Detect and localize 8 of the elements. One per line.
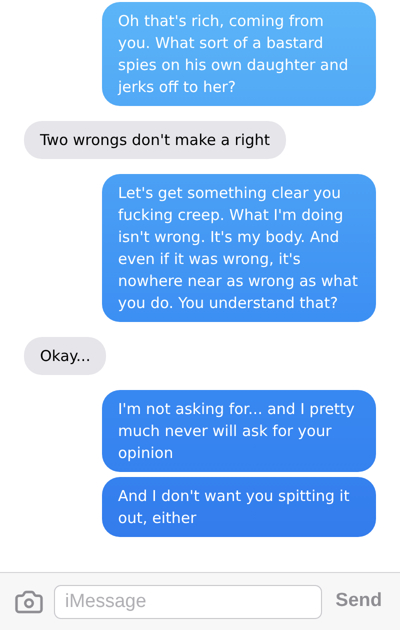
- received-message-bubble: Two wrongs don't make a right: [24, 121, 286, 159]
- received-message-bubble: Okay...: [24, 337, 106, 375]
- sent-message-bubble: Oh that's rich, coming from you. What sort of a bastard spies on his own daughter and jerks off to her?: [102, 2, 376, 106]
- sent-message-bubble: I'm not asking for... and I pretty much never will ask for your opinion: [102, 390, 376, 472]
- sent-message-bubble: Let's get something clear you fucking creep. What I'm doing isn't wrong. It's my body. And even if it was wrong, it's nowhere near as wrong as what you do. You understand that?: [102, 174, 376, 322]
- message-input-field[interactable]: iMessage: [54, 584, 322, 618]
- send-button[interactable]: Send: [332, 587, 386, 616]
- sent-message-bubble: And I don't want you spitting it out, either: [102, 477, 376, 537]
